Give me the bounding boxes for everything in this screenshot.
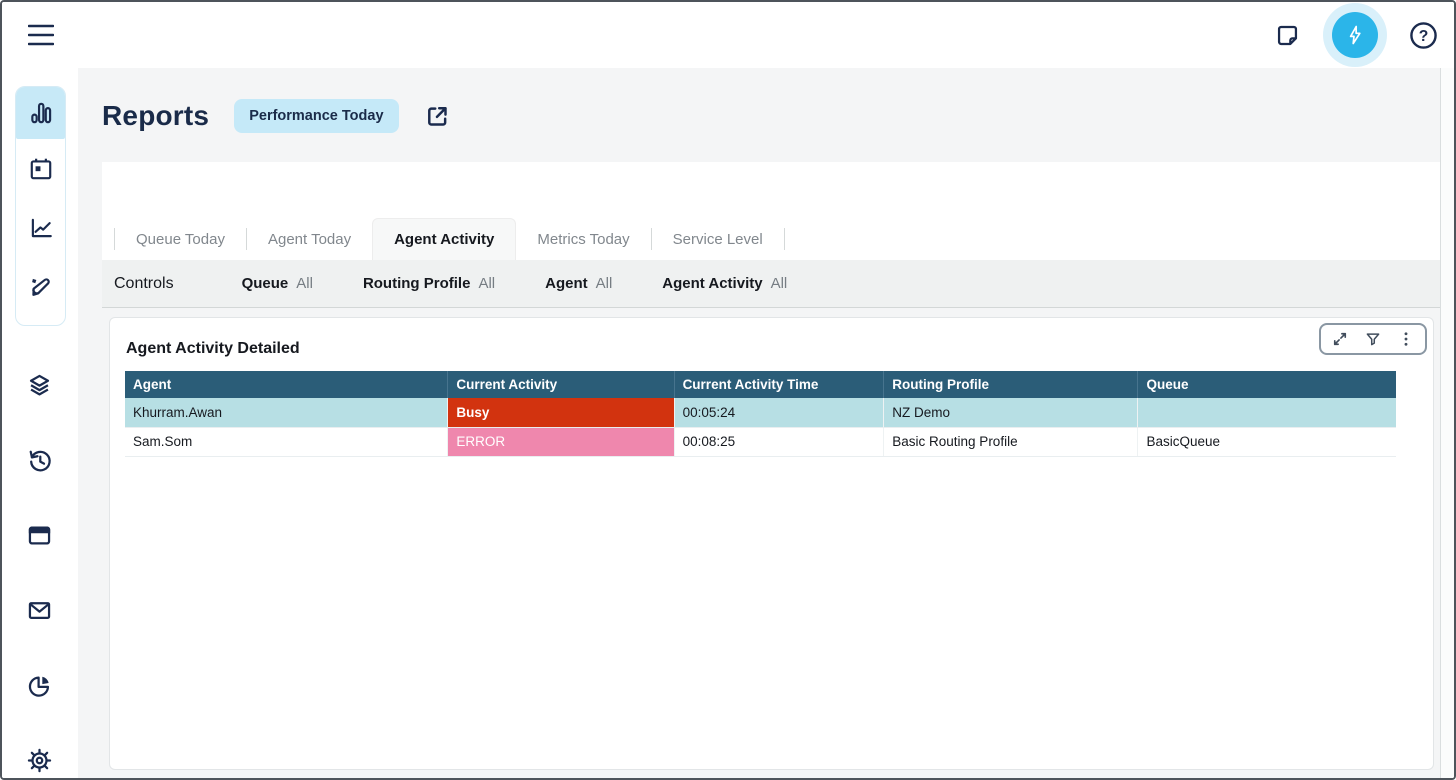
table-row[interactable]: Sam.SomERROR00:08:25Basic Routing Profil… [125,427,1396,456]
main-content: Reports Performance Today Queue Today Ag… [78,68,1454,778]
sidebar-item-pie-chart[interactable] [15,648,64,723]
filter-funnel-icon[interactable] [1364,330,1382,348]
sidebar-item-brush[interactable] [16,257,65,316]
flash-button-halo [1323,3,1387,67]
column-header[interactable]: Current Activity [448,371,674,398]
column-header[interactable]: Current Activity Time [674,371,884,398]
cell-routing_profile: Basic Routing Profile [884,427,1138,456]
performance-today-badge[interactable]: Performance Today [234,99,398,133]
sidebar [2,68,78,778]
agent-activity-table: AgentCurrent ActivityCurrent Activity Ti… [125,371,1396,457]
hamburger-menu-icon[interactable] [28,23,54,47]
sidebar-item-mail[interactable] [15,573,64,648]
page-header: Reports Performance Today [102,94,451,138]
svg-text:?: ? [1419,28,1429,45]
sidebar-report-group [15,86,66,326]
filter-value: All [296,275,313,292]
cell-queue [1138,398,1396,427]
tab-service-level[interactable]: Service Level [652,218,784,260]
cell-activity: Busy [448,398,674,427]
cell-time: 00:05:24 [674,398,884,427]
filter-queue[interactable]: Queue All [242,275,313,292]
sidebar-item-layers[interactable] [15,348,64,423]
external-link-icon[interactable] [424,103,451,130]
controls-bar: Controls Queue All Routing Profile All A… [102,260,1440,308]
filter-agent[interactable]: Agent All [545,275,612,292]
sidebar-item-bar-chart[interactable] [16,87,65,139]
column-header[interactable]: Agent [125,371,448,398]
tab-strip: Queue Today Agent Today Agent Activity M… [114,218,785,260]
cell-routing_profile: NZ Demo [884,398,1138,427]
cell-time: 00:08:25 [674,427,884,456]
sidebar-item-calendar[interactable] [16,139,65,198]
filter-value: All [478,275,495,292]
kebab-menu-icon[interactable] [1397,330,1415,348]
tab-panel: Queue Today Agent Today Agent Activity M… [102,162,1440,260]
column-header[interactable]: Routing Profile [884,371,1138,398]
filter-name: Agent [545,275,588,292]
sidebar-item-window[interactable] [15,498,64,573]
filter-name: Routing Profile [363,275,471,292]
cell-queue: BasicQueue [1138,427,1396,456]
column-header[interactable]: Queue [1138,371,1396,398]
table-header-row: AgentCurrent ActivityCurrent Activity Ti… [125,371,1396,398]
help-icon[interactable]: ? [1409,21,1438,50]
filter-agent-activity[interactable]: Agent Activity All [662,275,787,292]
tab-agent-today[interactable]: Agent Today [247,218,372,260]
tab-separator [784,228,785,250]
expand-icon[interactable] [1331,330,1349,348]
sidebar-item-history[interactable] [15,423,64,498]
tab-metrics-today[interactable]: Metrics Today [516,218,650,260]
tab-queue-today[interactable]: Queue Today [115,218,246,260]
vertical-scrollbar[interactable] [1440,68,1454,778]
agent-activity-card: Agent Activity Detailed [109,317,1434,770]
top-bar: ? [2,2,1454,68]
agent-table-body: Khurram.AwanBusy00:05:24NZ DemoSam.SomER… [125,398,1396,456]
cell-activity: ERROR [448,427,674,456]
topbar-actions: ? [1274,2,1438,68]
table-row[interactable]: Khurram.AwanBusy00:05:24NZ Demo [125,398,1396,427]
page-title: Reports [102,100,209,132]
controls-label: Controls [114,275,174,293]
note-icon[interactable] [1274,22,1301,49]
cell-agent: Khurram.Awan [125,398,448,427]
filter-routing-profile[interactable]: Routing Profile All [363,275,495,292]
card-toolbar [1319,323,1427,355]
app-window: ? [0,0,1456,780]
filter-name: Queue [242,275,289,292]
sidebar-lower-group [15,348,66,780]
flash-icon[interactable] [1332,12,1378,58]
cell-agent: Sam.Som [125,427,448,456]
tab-agent-activity[interactable]: Agent Activity [372,218,516,260]
filter-name: Agent Activity [662,275,762,292]
card-title: Agent Activity Detailed [126,340,300,358]
sidebar-item-settings[interactable] [15,723,64,780]
sidebar-item-line-chart[interactable] [16,198,65,257]
filter-value: All [596,275,613,292]
filter-value: All [771,275,788,292]
